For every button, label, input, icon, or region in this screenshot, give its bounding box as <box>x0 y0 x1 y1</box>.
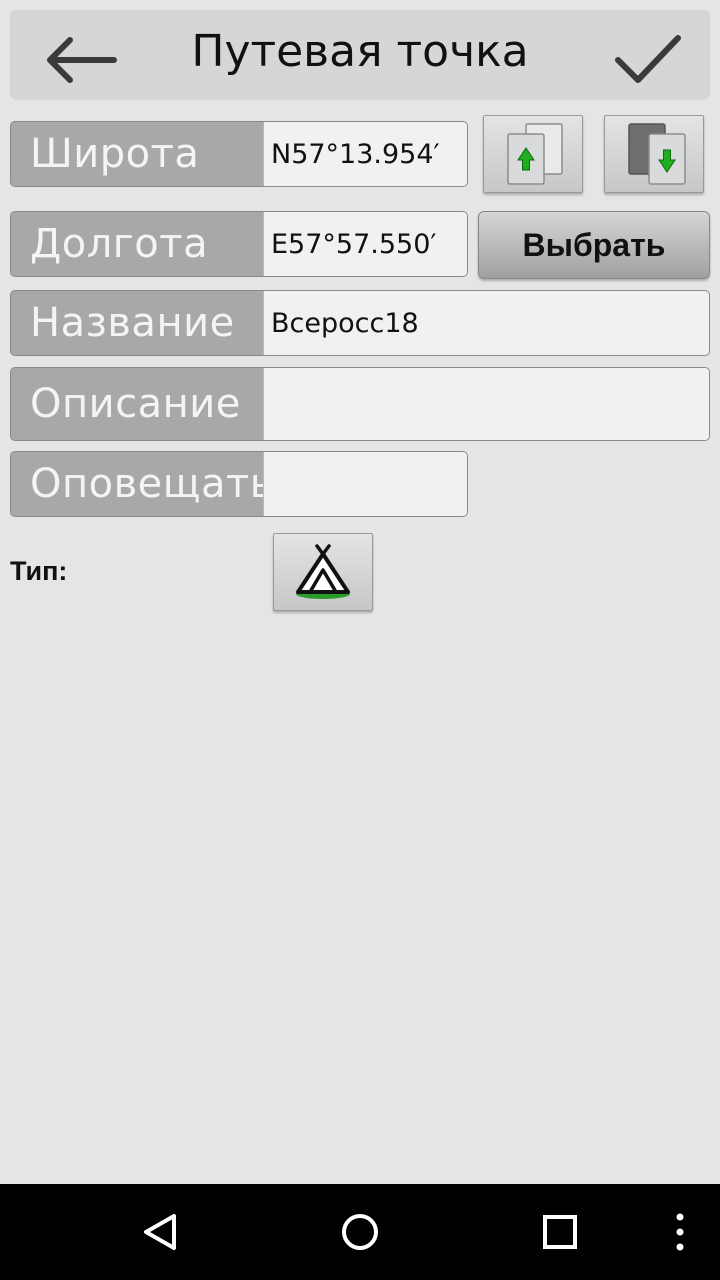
nav-back-icon[interactable] <box>130 1202 190 1262</box>
system-navigation-bar <box>0 1184 720 1280</box>
nav-home-icon[interactable] <box>330 1202 390 1262</box>
description-field[interactable] <box>263 368 709 440</box>
latitude-field[interactable]: N57°13.954′ <box>263 122 467 186</box>
paste-down-icon <box>628 123 686 185</box>
type-label: Тип: <box>10 556 68 586</box>
notify-row: Оповещать <box>10 451 468 517</box>
select-button[interactable]: Выбрать <box>478 211 710 279</box>
notify-field[interactable] <box>263 452 467 516</box>
copy-coordinates-button[interactable] <box>483 115 583 193</box>
notify-label: Оповещать <box>30 461 274 507</box>
paste-coordinates-button[interactable] <box>604 115 704 193</box>
waypoint-screen: Путевая точка Широта N57°13.954′ Долгота… <box>0 0 720 1184</box>
copy-up-icon <box>507 123 563 185</box>
tent-icon <box>296 544 350 599</box>
name-row: Название Всеросс18 <box>10 290 710 356</box>
latitude-label: Широта <box>30 131 200 177</box>
arrow-left-icon[interactable] <box>38 32 122 88</box>
title-bar: Путевая точка <box>10 10 710 100</box>
nav-recents-icon[interactable] <box>530 1202 590 1262</box>
checkmark-icon[interactable] <box>614 32 682 88</box>
name-label: Название <box>30 300 235 346</box>
longitude-label: Долгота <box>30 221 209 267</box>
name-field[interactable]: Всеросс18 <box>263 291 709 355</box>
overflow-menu-icon[interactable] <box>650 1202 710 1262</box>
waypoint-type-button[interactable] <box>273 533 373 611</box>
description-label: Описание <box>30 381 241 427</box>
longitude-row: Долгота E57°57.550′ <box>10 211 468 277</box>
latitude-row: Широта N57°13.954′ <box>10 121 468 187</box>
longitude-field[interactable]: E57°57.550′ <box>263 212 467 276</box>
description-row: Описание <box>10 367 710 441</box>
